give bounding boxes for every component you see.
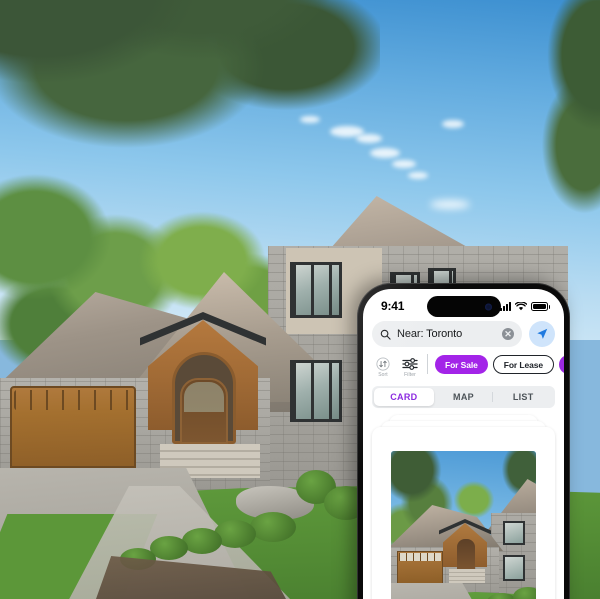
garage-door-windows [14,390,132,410]
sort-button[interactable]: Sort [372,356,394,378]
shrub [250,512,296,542]
property-card-stack [363,415,564,599]
search-icon [380,329,391,340]
window [290,360,342,422]
locate-me-button[interactable] [529,321,555,347]
tab-map-label: MAP [453,392,474,402]
tab-card[interactable]: CARD [374,388,434,406]
search-row: Near: Toronto ✕ [363,319,564,347]
sort-label: Sort [378,372,388,378]
filter-chip-for-sale[interactable]: For Sale [435,355,488,374]
tab-list[interactable]: LIST [493,388,553,406]
cloud [408,172,428,179]
property-photo-illustration [391,451,536,599]
search-value: Near: Toronto [397,328,463,340]
filter-label: Filter [404,372,416,378]
phone-screen: 9:41 Near: Toronto ✕ Sort Filter For Sal… [363,289,564,599]
toolbar-divider [427,354,428,374]
tree-foliage-right [520,0,600,240]
property-card[interactable] [372,427,555,599]
filter-chip-for-lease[interactable]: For Lease [492,355,555,374]
screenshot-stage: 9:41 Near: Toronto ✕ Sort Filter For Sal… [0,0,600,599]
cloud [392,160,416,168]
tab-list-label: LIST [512,392,534,402]
front-door-glass [184,382,224,412]
clear-icon[interactable]: ✕ [502,328,514,340]
status-bar: 9:41 [363,289,564,319]
property-photo [391,451,536,599]
sort-icon [372,356,394,371]
wifi-icon [515,301,527,310]
shrub [182,528,222,554]
phone-mockup: 9:41 Near: Toronto ✕ Sort Filter For Sal… [357,283,570,599]
tab-map[interactable]: MAP [434,388,494,406]
navigate-icon [537,328,548,339]
filter-sliders-icon [399,356,421,371]
filter-row: Sort Filter For Sale For Lease [363,347,564,385]
cloud [442,120,464,128]
battery-icon [531,301,550,311]
status-indicators [500,301,550,311]
filter-button[interactable]: Filter [399,356,421,378]
tab-card-label: CARD [390,392,418,402]
cellular-signal-icon [500,301,511,311]
filter-chip-available[interactable]: Available [559,355,564,374]
window [290,262,342,318]
status-time: 9:41 [381,299,405,313]
search-input[interactable]: Near: Toronto ✕ [372,321,522,347]
view-mode-tabs: CARD MAP LIST [372,386,555,408]
cloud [430,200,470,209]
